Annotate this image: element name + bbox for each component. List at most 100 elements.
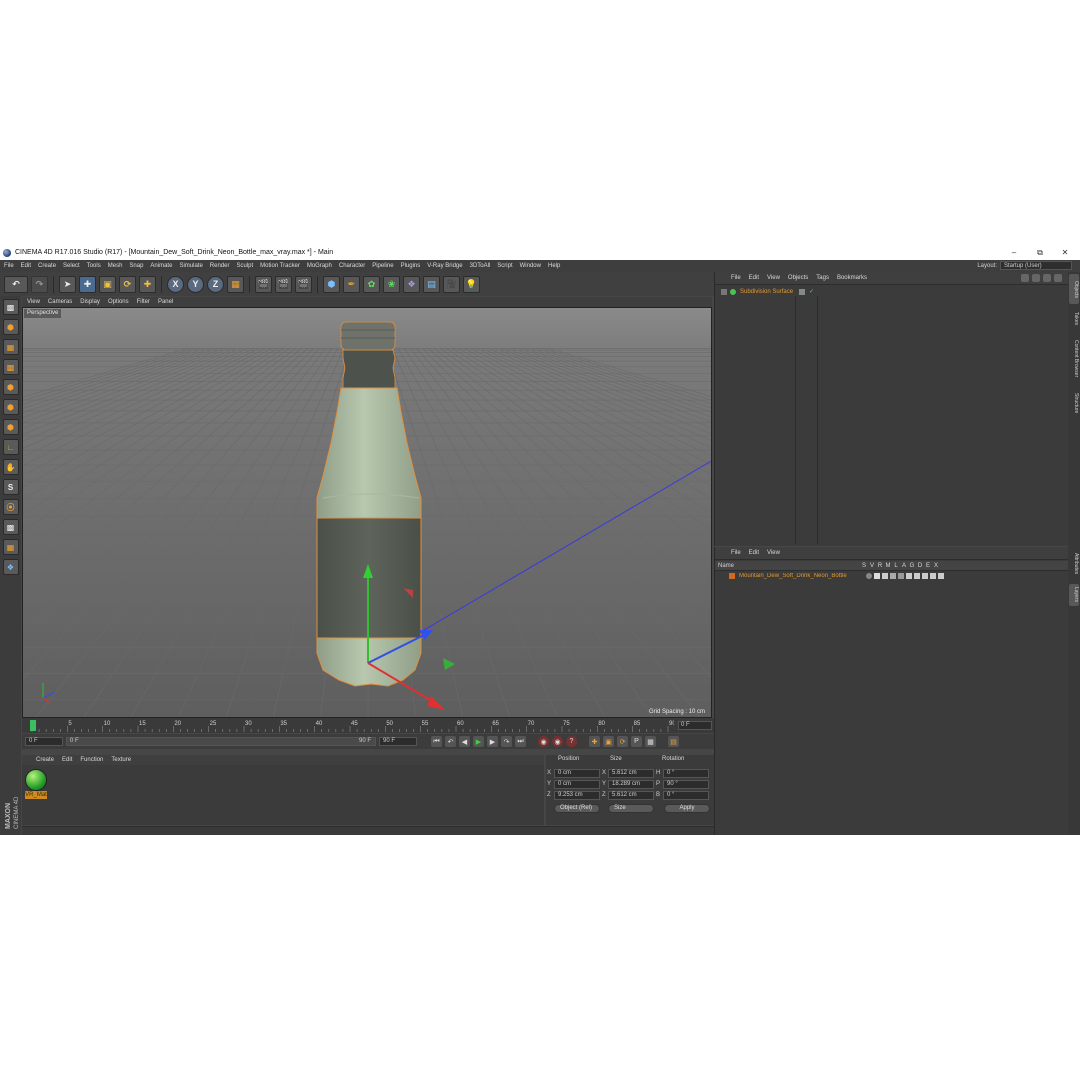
points-mode-icon[interactable]: ⬢ <box>2 379 19 395</box>
render-icon[interactable] <box>882 572 888 579</box>
previous-key-icon[interactable]: ↶ <box>445 736 456 747</box>
next-key-icon[interactable]: ↷ <box>501 736 512 747</box>
menu-render[interactable]: Render <box>210 263 230 269</box>
search-icon[interactable] <box>1021 274 1029 282</box>
menu-animate[interactable]: Animate <box>150 263 172 269</box>
key-pla-icon[interactable]: ▦ <box>645 736 656 747</box>
play-icon[interactable]: ▶ <box>473 736 484 747</box>
coordinate-mode-dropdown[interactable]: Object (Rel) <box>554 804 600 813</box>
render-view-icon[interactable]: 🎬 <box>255 275 272 293</box>
layer-menu-file[interactable]: File <box>731 550 741 556</box>
object-row-subdivision-surface[interactable]: Subdivision Surface ✓ <box>717 287 1067 296</box>
viewport-menu-cameras[interactable]: Cameras <box>48 299 72 305</box>
xref-col[interactable]: X <box>932 563 940 569</box>
coordinate-system-icon[interactable]: ▦ <box>227 275 244 293</box>
current-frame-field[interactable]: 0 F <box>678 721 712 730</box>
material-swatch[interactable]: VR_Mat <box>25 769 47 799</box>
enabled-check-icon[interactable]: ✓ <box>809 288 814 295</box>
record-active-icon[interactable]: ◉ <box>538 736 549 747</box>
undo-icon[interactable]: ↶ <box>4 275 28 293</box>
menu-motion-tracker[interactable]: Motion Tracker <box>260 263 300 269</box>
end-frame-field[interactable]: 90 F <box>379 737 417 746</box>
manager-icon[interactable] <box>890 572 896 579</box>
generators-col[interactable]: G <box>908 563 916 569</box>
cube-object-icon[interactable]: ⬢ <box>323 275 340 293</box>
material-menu-function[interactable]: Function <box>80 757 103 763</box>
tab-takes[interactable]: Takes <box>1069 308 1079 330</box>
key-position-icon[interactable]: ✚ <box>589 736 600 747</box>
frame-range-slider[interactable]: 0 F 90 F <box>66 737 376 746</box>
position-x-field[interactable]: 0 cm <box>554 769 600 778</box>
previous-frame-icon[interactable]: ◀ <box>459 736 470 747</box>
subdivision-surface-icon[interactable]: ✿ <box>363 275 380 293</box>
tab-structure[interactable]: Structure <box>1069 388 1079 418</box>
object-menu-edit[interactable]: Edit <box>749 275 759 281</box>
model-mode-icon[interactable]: ⬢ <box>2 319 19 335</box>
menu-character[interactable]: Character <box>339 263 365 269</box>
close-button[interactable]: ✕ <box>1053 245 1077 260</box>
edges-mode-icon[interactable]: ⬢ <box>2 399 19 415</box>
material-menu-texture[interactable]: Texture <box>111 757 131 763</box>
position-y-field[interactable]: 0 cm <box>554 780 600 789</box>
timeline-ruler[interactable]: 051015202530354045505560657075808590 0 F <box>22 718 714 733</box>
object-menu-view[interactable]: View <box>767 275 780 281</box>
key-scale-icon[interactable]: ▣ <box>603 736 614 747</box>
render-picture-viewer-icon[interactable]: 🎬 <box>275 275 292 293</box>
tab-attributes[interactable]: Attributes <box>1069 548 1079 580</box>
object-name[interactable]: Subdivision Surface <box>740 289 793 295</box>
viewport-camera-label[interactable]: Perspective <box>24 309 62 318</box>
locked-col[interactable]: L <box>892 563 900 569</box>
position-z-field[interactable]: 9.253 cm <box>554 791 600 800</box>
tab-objects[interactable]: Objects <box>1069 274 1079 304</box>
viewport-menu-panel[interactable]: Panel <box>158 299 173 305</box>
size-y-field[interactable]: 18.289 cm <box>608 780 654 789</box>
python-icon[interactable]: ❖ <box>2 559 19 575</box>
workplane-icon[interactable]: ▩ <box>2 359 19 375</box>
tab-layers[interactable]: Layers <box>1069 584 1079 606</box>
size-mode-dropdown[interactable]: Size <box>608 804 654 813</box>
rotation-h-field[interactable]: 0 ° <box>663 769 709 778</box>
viewport-menu-view[interactable]: View <box>27 299 40 305</box>
menu-vray-bridge[interactable]: V-Ray Bridge <box>427 263 462 269</box>
material-menu-edit[interactable]: Edit <box>62 757 72 763</box>
magnet-icon[interactable]: ⦿ <box>2 499 19 515</box>
keyframe-selection-icon[interactable]: ? <box>566 736 577 747</box>
layout-dropdown[interactable]: Startup (User) <box>1000 261 1072 270</box>
autokey-icon[interactable]: ◉ <box>552 736 563 747</box>
rotation-p-field[interactable]: 90 ° <box>663 780 709 789</box>
deformer-icon[interactable]: ❖ <box>403 275 420 293</box>
deformer-icon[interactable] <box>922 572 928 579</box>
viewport-menu-options[interactable]: Options <box>108 299 129 305</box>
new-window-icon[interactable] <box>1054 274 1062 282</box>
menu-sculpt[interactable]: Sculpt <box>236 263 253 269</box>
home-icon[interactable] <box>1032 274 1040 282</box>
menu-tools[interactable]: Tools <box>87 263 101 269</box>
move-icon[interactable]: ✚ <box>79 275 96 293</box>
layer-row[interactable]: Mountain_Dew_Soft_Drink_Neon_Bottle <box>715 571 1069 580</box>
y-axis-lock-button[interactable]: Y <box>187 275 204 293</box>
menu-3dtoall[interactable]: 3DToAll <box>470 263 491 269</box>
floor-scene-icon[interactable]: ▤ <box>423 275 440 293</box>
select-arrow-icon[interactable]: ➤ <box>59 275 76 293</box>
expressions-col[interactable]: E <box>924 563 932 569</box>
menu-simulate[interactable]: Simulate <box>179 263 202 269</box>
render-settings-icon[interactable]: 🎬 <box>295 275 312 293</box>
layer-color-swatch[interactable] <box>729 572 735 579</box>
layer-name[interactable]: Mountain_Dew_Soft_Drink_Neon_Bottle <box>739 573 863 579</box>
menu-select[interactable]: Select <box>63 263 80 269</box>
layer-menu-edit[interactable]: Edit <box>749 550 759 556</box>
animation-icon[interactable] <box>906 572 912 579</box>
texture-mode-icon[interactable]: ▦ <box>2 339 19 355</box>
snap-icon[interactable]: S <box>2 479 19 495</box>
camera-icon[interactable]: 🎥 <box>443 275 460 293</box>
maximize-button[interactable]: ⧉ <box>1028 245 1052 260</box>
menu-help[interactable]: Help <box>548 263 560 269</box>
x-axis-lock-button[interactable]: X <box>167 275 184 293</box>
start-frame-field[interactable]: 0 F <box>25 737 63 746</box>
planar-workplane-icon[interactable]: ▦ <box>2 539 19 555</box>
object-menu-file[interactable]: File <box>731 275 741 281</box>
recent-tool-icon[interactable]: ✚ <box>139 275 156 293</box>
layer-menu-view[interactable]: View <box>767 550 780 556</box>
rotate-icon[interactable]: ⟳ <box>119 275 136 293</box>
pen-spline-icon[interactable]: ✒ <box>343 275 360 293</box>
